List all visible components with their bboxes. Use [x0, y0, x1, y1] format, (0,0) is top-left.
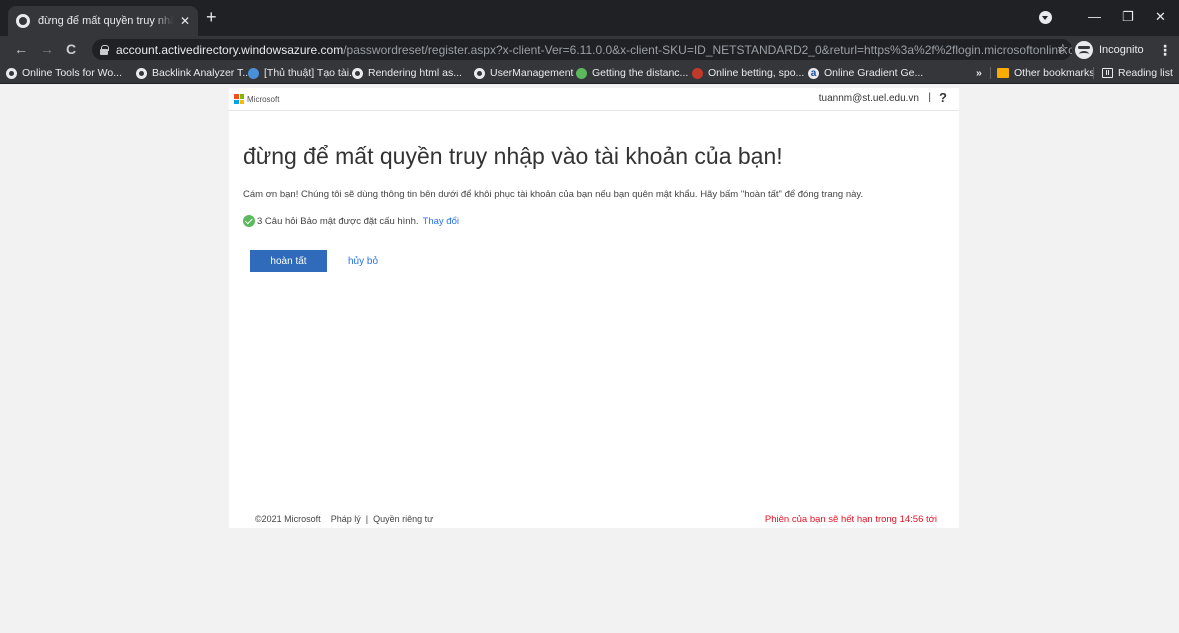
card-header: Microsoft tuannm@st.uel.edu.vn | ?	[229, 88, 959, 111]
bookmark-item[interactable]: Online betting, spo...	[692, 66, 804, 80]
bookmarks-divider	[1093, 67, 1094, 79]
bookmarks-bar: Online Tools for Wo... Backlink Analyzer…	[0, 62, 1179, 84]
legal-link[interactable]: Pháp lý	[331, 514, 361, 524]
footer-separator: |	[365, 514, 369, 524]
tab-close-icon[interactable]: ✕	[180, 14, 190, 28]
tab-title: đừng để mất quyền truy nhập và	[38, 15, 174, 27]
tab-search-icon[interactable]	[1039, 11, 1052, 24]
bookmarks-divider	[990, 67, 991, 79]
microsoft-logo-icon	[234, 94, 244, 104]
header-separator: |	[928, 92, 931, 103]
browser-tab-strip: đừng để mất quyền truy nhập và ✕ + — ❐ ✕	[0, 0, 1179, 36]
leaf-icon	[576, 67, 587, 79]
new-tab-button[interactable]: +	[206, 8, 217, 26]
microsoft-logo: Microsoft	[234, 94, 279, 104]
bookmark-item[interactable]: UserManagement	[474, 66, 573, 80]
bookmark-star-icon[interactable]: ☆	[1057, 41, 1069, 57]
card-footer: ©2021 Microsoft Pháp lý | Quyền riêng tư…	[229, 508, 959, 528]
bookmark-item[interactable]: Backlink Analyzer T...	[136, 66, 251, 80]
microsoft-brand-text: Microsoft	[247, 94, 280, 104]
page-title: đừng để mất quyền truy nhập vào tài khoả…	[243, 143, 783, 169]
cancel-link[interactable]: hủy bỏ	[348, 256, 378, 267]
back-button[interactable]: ←	[14, 40, 28, 58]
red-site-icon	[692, 67, 703, 79]
page-description: Cám ơn bạn! Chúng tôi sẽ dùng thông tin …	[243, 189, 864, 200]
globe-icon	[352, 67, 363, 79]
globe-icon	[136, 67, 147, 79]
incognito-label: Incognito	[1099, 43, 1144, 56]
copyright-text: ©2021 Microsoft	[255, 514, 321, 524]
maximize-button[interactable]: ❐	[1122, 9, 1134, 25]
other-bookmarks-folder[interactable]: Other bookmarks	[997, 66, 1095, 80]
incognito-icon	[1075, 40, 1093, 59]
bookmark-item[interactable]: Getting the distanc...	[576, 66, 688, 80]
bookmark-item[interactable]: Online Tools for Wo...	[6, 66, 122, 80]
incognito-indicator[interactable]: Incognito	[1075, 39, 1144, 60]
bookmark-item[interactable]: [Thủ thuật] Tạo tài...	[248, 66, 358, 80]
finish-button[interactable]: hoàn tất	[250, 250, 327, 272]
lock-icon[interactable]	[100, 44, 109, 55]
privacy-link[interactable]: Quyền riêng tư	[373, 514, 433, 524]
address-bar[interactable]: account.activedirectory.windowsazure.com…	[92, 39, 1072, 60]
bookmark-item[interactable]: Rendering html as...	[352, 66, 462, 80]
bookmarks-overflow-button[interactable]: »	[976, 66, 982, 80]
folder-icon	[997, 68, 1009, 78]
footer-links: ©2021 Microsoft Pháp lý | Quyền riêng tư	[255, 514, 433, 524]
forward-button[interactable]: →	[40, 40, 54, 58]
globe-icon	[16, 14, 30, 28]
browser-tab-active[interactable]: đừng để mất quyền truy nhập và ✕	[8, 6, 198, 36]
browser-menu-icon[interactable]: ⋮	[1158, 42, 1172, 59]
blue-globe-icon	[248, 67, 259, 79]
content-card: Microsoft tuannm@st.uel.edu.vn | ? đừng …	[229, 88, 959, 528]
reload-button[interactable]: C	[66, 40, 76, 58]
globe-icon	[6, 67, 17, 79]
globe-icon	[474, 67, 485, 79]
reading-list-icon	[1102, 68, 1113, 78]
gradient-site-icon: a	[808, 67, 819, 79]
change-link[interactable]: Thay đổi	[423, 216, 459, 227]
status-text: 3 Câu hỏi Bảo mật được đặt cấu hình.	[257, 215, 419, 227]
browser-toolbar: ← → C account.activedirectory.windowsazu…	[0, 36, 1179, 62]
minimize-button[interactable]: —	[1088, 9, 1101, 24]
check-circle-icon	[243, 215, 255, 227]
help-icon[interactable]: ?	[939, 90, 947, 105]
close-window-button[interactable]: ✕	[1155, 9, 1166, 25]
bookmark-item[interactable]: a Online Gradient Ge...	[808, 66, 923, 80]
url-text[interactable]: account.activedirectory.windowsazure.com…	[116, 43, 1072, 57]
reading-list-button[interactable]: Reading list	[1102, 66, 1173, 80]
security-questions-status: 3 Câu hỏi Bảo mật được đặt cấu hình. Tha…	[243, 215, 459, 227]
page-viewport: Microsoft tuannm@st.uel.edu.vn | ? đừng …	[0, 84, 1179, 633]
user-email[interactable]: tuannm@st.uel.edu.vn	[819, 93, 919, 104]
session-expiry-text: Phiên của bạn sẽ hết hạn trong 14:56 tới	[764, 514, 937, 525]
